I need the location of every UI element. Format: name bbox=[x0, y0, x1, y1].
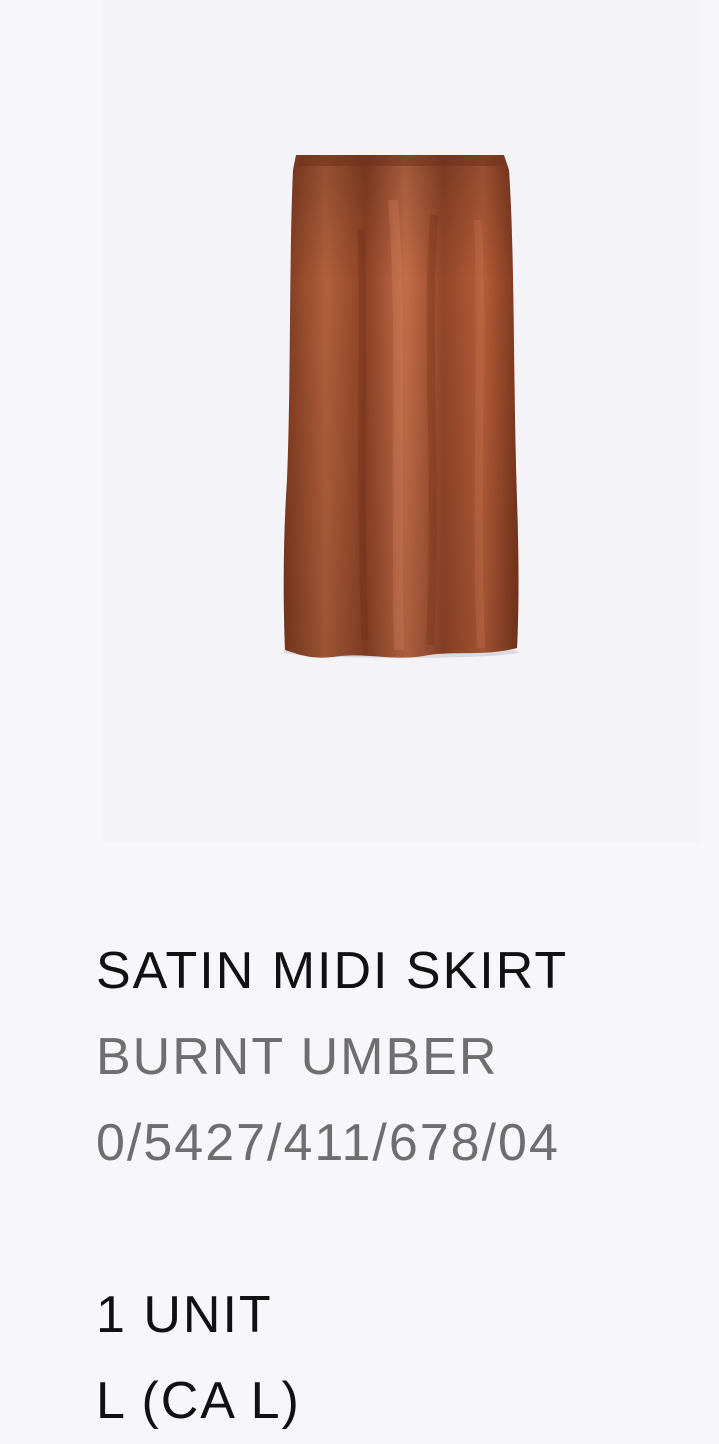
product-name: SATIN MIDI SKIRT bbox=[96, 942, 569, 1000]
product-size: L (CA L) bbox=[96, 1372, 301, 1430]
product-image[interactable] bbox=[103, 0, 700, 843]
product-reference: 0/5427/411/678/04 bbox=[96, 1114, 560, 1172]
product-color: BURNT UMBER bbox=[96, 1028, 499, 1086]
product-info: SATIN MIDI SKIRT BURNT UMBER 0/5427/411/… bbox=[96, 928, 719, 1444]
skirt-image-icon bbox=[283, 155, 519, 658]
product-quantity: 1 UNIT bbox=[96, 1286, 273, 1344]
